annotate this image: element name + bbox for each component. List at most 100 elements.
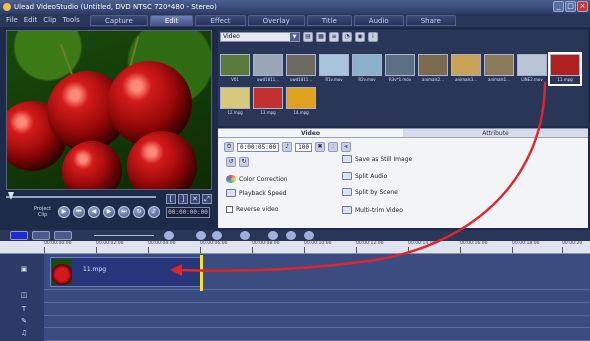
menu-file[interactable]: File — [6, 14, 18, 27]
title-track-icon[interactable]: T — [18, 304, 30, 314]
music-track-icon[interactable]: ♫ — [18, 328, 30, 338]
video-clip[interactable]: 11.mpg — [50, 255, 203, 291]
library-thumbnail[interactable]: 12.mpg — [220, 87, 250, 117]
sort-icon[interactable]: ≡ — [329, 32, 339, 42]
tab-overlay[interactable]: Overlay — [247, 15, 305, 26]
rotate-left-icon[interactable]: ↺ — [226, 157, 236, 167]
library-thumbnail[interactable]: animals2... — [418, 54, 448, 84]
mute-icon[interactable]: ✖ — [314, 142, 325, 152]
library-thumbnail[interactable]: 14.mpg — [286, 87, 316, 117]
home-icon[interactable]: ⏮ — [73, 206, 85, 218]
fade-out-icon[interactable]: ⫷ — [340, 142, 351, 152]
timeline-view-button[interactable] — [32, 231, 50, 240]
end-icon[interactable]: ⏭ — [118, 206, 130, 218]
volume-field[interactable]: 100 — [295, 142, 312, 152]
overlay-track-icon[interactable]: ◫ — [18, 290, 30, 300]
undo-icon[interactable] — [196, 231, 206, 240]
previous-frame-icon[interactable]: ◀ — [88, 206, 100, 218]
menu-clip[interactable]: Clip — [43, 14, 56, 27]
voice-track[interactable] — [44, 316, 590, 328]
track-manager-icon[interactable] — [304, 231, 314, 240]
batch-convert-icon[interactable] — [268, 231, 278, 240]
ruler-tick: 00:00:00:00 — [44, 241, 72, 253]
thumbnail-caption: 14.mpg — [293, 110, 309, 115]
library-category-select[interactable]: Video ▼ — [220, 32, 300, 42]
clip-trim-handle[interactable] — [200, 255, 203, 291]
playback-speed-button[interactable]: Playback Speed — [226, 189, 287, 197]
duration-icon: ⏱ — [224, 142, 234, 152]
tab-effect[interactable]: Effect — [195, 15, 246, 26]
title-track[interactable] — [44, 303, 590, 316]
library-thumbnail[interactable]: animals3... — [451, 54, 481, 84]
play-icon[interactable]: ▶ — [58, 206, 70, 218]
audio-view-button[interactable] — [54, 231, 72, 240]
tab-attribute[interactable]: Attribute — [403, 129, 588, 138]
overlay-track[interactable] — [44, 290, 590, 303]
enlarge-button[interactable]: ⤢ — [202, 194, 212, 204]
timecode-display[interactable]: 00:00:00:00 — [166, 207, 210, 218]
tab-share[interactable]: Share — [405, 15, 456, 26]
tab-audio[interactable]: Audio — [353, 15, 404, 26]
split-scene-button[interactable]: Split by Scene — [342, 188, 398, 196]
zoom-slider[interactable] — [94, 235, 154, 236]
split-audio-button[interactable]: Split Audio — [342, 172, 387, 180]
tab-title[interactable]: Title — [306, 15, 352, 26]
options-icon[interactable]: ◔ — [342, 32, 352, 42]
tab-edit[interactable]: Edit — [149, 15, 194, 26]
library-thumbnail[interactable]: R3v*1.mov — [385, 54, 415, 84]
library-thumbnail[interactable]: 11.mpg — [548, 52, 582, 86]
library-thumbnail[interactable]: uwd1811... — [253, 54, 283, 84]
mark-in-button[interactable]: [ — [166, 194, 176, 204]
menu-tools[interactable]: Tools — [63, 14, 80, 27]
next-frame-icon[interactable]: ▶ — [103, 206, 115, 218]
timeline-ruler[interactable]: 00:00:00:00 00:00:02:00 00:00:04:00 00:0… — [0, 241, 590, 254]
music-track[interactable] — [44, 328, 590, 341]
library-thumbnail[interactable]: R1v.mov — [319, 54, 349, 84]
folder-icon[interactable]: ▤ — [303, 32, 313, 42]
import-icon[interactable]: ▦ — [316, 32, 326, 42]
cut-button[interactable]: ✕ — [190, 194, 200, 204]
movie-wizard-icon[interactable] — [286, 231, 296, 240]
scrub-track[interactable] — [6, 196, 156, 198]
library-thumbnail[interactable]: R2v.mov — [352, 54, 382, 84]
checkbox-icon[interactable] — [226, 206, 233, 213]
library-thumbnail[interactable]: animals1... — [484, 54, 514, 84]
mark-out-button[interactable]: ] — [178, 194, 188, 204]
storyboard-view-button[interactable] — [10, 231, 28, 240]
minimize-button[interactable]: _ — [553, 1, 564, 12]
menu-edit[interactable]: Edit — [24, 14, 38, 27]
redo-icon[interactable] — [212, 231, 222, 240]
color-correction-button[interactable]: Color Correction — [226, 175, 288, 183]
thumbnail-caption: 13.mpg — [260, 110, 276, 115]
library-thumbnail[interactable]: uwd1811... — [286, 54, 316, 84]
library-thumbnail[interactable]: LINE2.mov — [517, 54, 547, 84]
tab-capture[interactable]: Capture — [90, 15, 148, 26]
smart-proxy-icon[interactable] — [240, 231, 250, 240]
voice-track-icon[interactable]: ✎ — [18, 316, 30, 326]
rotate-right-icon[interactable]: ↻ — [239, 157, 249, 167]
thumbnail-image — [220, 87, 250, 109]
repeat-icon[interactable]: ↻ — [133, 206, 145, 218]
app-window: Ulead VideoStudio (Untitled, DVD NTSC 72… — [0, 0, 590, 341]
thumbnail-image — [484, 54, 514, 76]
capture-icon[interactable]: ◉ — [355, 32, 365, 42]
reverse-video-checkbox[interactable]: Reverse video — [226, 206, 278, 213]
fade-in-icon[interactable]: ⫶ — [327, 142, 338, 152]
video-track-icon[interactable]: ▣ — [18, 264, 30, 274]
library-thumbnail[interactable]: V01 — [220, 54, 250, 84]
tab-video[interactable]: Video — [218, 129, 403, 138]
fit-project-icon[interactable] — [164, 231, 174, 240]
ruler-tick: 00:00:08:00 — [252, 241, 280, 253]
multi-trim-button[interactable]: Multi-trim Video — [342, 206, 403, 214]
save-still-button[interactable]: Save as Still Image — [342, 155, 412, 163]
volume-icon[interactable]: ♪ — [148, 206, 160, 218]
maximize-button[interactable]: □ — [565, 1, 576, 12]
close-button[interactable]: × — [577, 1, 588, 12]
project-clip-toggle[interactable]: Project Clip — [34, 206, 51, 218]
clip-thumbnail — [52, 259, 72, 285]
library-thumbnail[interactable]: 13.mpg — [253, 87, 283, 117]
ruler-tick: 00:00:10:00 — [304, 241, 332, 253]
duration-field[interactable]: 0:00:05:00 — [237, 142, 280, 152]
ruler-tick: 00:00:16:00 — [460, 241, 488, 253]
info-icon[interactable]: i — [368, 32, 378, 42]
